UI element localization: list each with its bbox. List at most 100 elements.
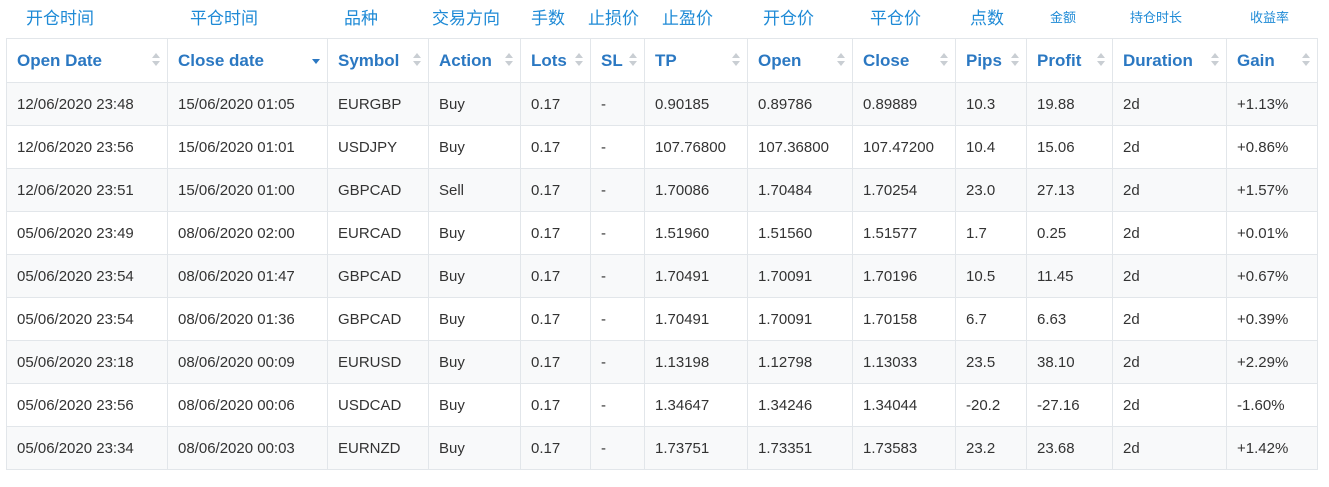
cell-close-date: 15/06/2020 01:00 <box>167 168 328 212</box>
cn-header-tp: 止盈价 <box>662 9 713 29</box>
cell-lots: 0.17 <box>520 211 591 255</box>
column-header-action[interactable]: Action <box>428 38 521 83</box>
cell-lots: 0.17 <box>520 254 591 298</box>
cn-header-open: 开仓价 <box>763 9 814 29</box>
cell-close-date: 08/06/2020 00:03 <box>167 426 328 470</box>
cell-open-date: 12/06/2020 23:48 <box>6 82 168 126</box>
cell-gain: +1.57% <box>1226 168 1318 212</box>
column-header-profit[interactable]: Profit <box>1026 38 1113 83</box>
cn-header-profit: 金额 <box>1050 11 1077 26</box>
sort-icon <box>837 53 845 67</box>
cell-tp: 1.70086 <box>644 168 748 212</box>
cell-gain: +0.01% <box>1226 211 1318 255</box>
cell-close: 1.73583 <box>852 426 956 470</box>
cell-close: 1.70196 <box>852 254 956 298</box>
cell-close-date: 08/06/2020 00:06 <box>167 383 328 427</box>
cell-lots: 0.17 <box>520 168 591 212</box>
cell-close-date: 08/06/2020 00:09 <box>167 340 328 384</box>
cell-profit: 27.13 <box>1026 168 1113 212</box>
cell-tp: 1.13198 <box>644 340 748 384</box>
cell-sl: - <box>590 297 645 341</box>
column-header-pips[interactable]: Pips <box>955 38 1027 83</box>
cell-close-date: 08/06/2020 01:47 <box>167 254 328 298</box>
cn-header-pips: 点数 <box>970 9 1004 29</box>
column-header-gain[interactable]: Gain <box>1226 38 1318 83</box>
cell-duration: 2d <box>1112 211 1227 255</box>
cn-header-close: 平仓价 <box>870 9 921 29</box>
column-header-label: Open Date <box>17 50 103 70</box>
cn-header-close-date: 平仓时间 <box>190 9 258 29</box>
cell-open: 1.73351 <box>747 426 853 470</box>
column-header-label: Close date <box>178 50 264 70</box>
column-header-label: Gain <box>1237 50 1275 70</box>
cell-tp: 1.70491 <box>644 297 748 341</box>
cell-sl: - <box>590 125 645 169</box>
cell-gain: +0.39% <box>1226 297 1318 341</box>
cell-open-date: 05/06/2020 23:49 <box>6 211 168 255</box>
cell-profit: 38.10 <box>1026 340 1113 384</box>
cell-action: Buy <box>428 340 521 384</box>
cell-close: 1.51577 <box>852 211 956 255</box>
cell-sl: - <box>590 383 645 427</box>
chinese-header-row: 开仓时间 平仓时间 品种 交易方向 手数 止损价 止盈价 开仓价 平仓价 点数 … <box>0 0 1329 40</box>
cell-sl: - <box>590 254 645 298</box>
cell-open-date: 05/06/2020 23:54 <box>6 254 168 298</box>
cell-gain: +0.86% <box>1226 125 1318 169</box>
column-header-label: Lots <box>531 50 567 70</box>
cell-gain: -1.60% <box>1226 383 1318 427</box>
cell-pips: 6.7 <box>955 297 1027 341</box>
cell-symbol: GBPCAD <box>327 168 429 212</box>
cell-tp: 1.73751 <box>644 426 748 470</box>
cn-header-duration: 持仓时长 <box>1130 11 1183 26</box>
table-row: 12/06/2020 23:51 15/06/2020 01:00 GBPCAD… <box>6 168 1318 212</box>
column-header-tp[interactable]: TP <box>644 38 748 83</box>
column-header-label: Duration <box>1123 50 1193 70</box>
column-header-sl[interactable]: SL <box>590 38 645 83</box>
cell-pips: 10.5 <box>955 254 1027 298</box>
cell-open: 1.12798 <box>747 340 853 384</box>
column-header-close[interactable]: Close <box>852 38 956 83</box>
cell-lots: 0.17 <box>520 82 591 126</box>
column-header-lots[interactable]: Lots <box>520 38 591 83</box>
cell-open-date: 12/06/2020 23:51 <box>6 168 168 212</box>
cell-open: 1.70091 <box>747 297 853 341</box>
cell-lots: 0.17 <box>520 426 591 470</box>
cell-pips: -20.2 <box>955 383 1027 427</box>
cell-pips: 23.0 <box>955 168 1027 212</box>
cell-symbol: EURUSD <box>327 340 429 384</box>
cell-lots: 0.17 <box>520 125 591 169</box>
sort-icon <box>1011 53 1019 67</box>
cell-symbol: USDJPY <box>327 125 429 169</box>
cell-action: Buy <box>428 297 521 341</box>
cell-close-date: 15/06/2020 01:05 <box>167 82 328 126</box>
cell-close-date: 08/06/2020 01:36 <box>167 297 328 341</box>
column-header-close-date[interactable]: Close date <box>167 38 328 83</box>
cell-open-date: 12/06/2020 23:56 <box>6 125 168 169</box>
cell-tp: 1.51960 <box>644 211 748 255</box>
cell-lots: 0.17 <box>520 340 591 384</box>
sort-icon <box>1211 53 1219 67</box>
sort-icon <box>152 53 160 67</box>
cell-tp: 1.34647 <box>644 383 748 427</box>
cell-close: 1.70158 <box>852 297 956 341</box>
cell-profit: 0.25 <box>1026 211 1113 255</box>
cell-open-date: 05/06/2020 23:18 <box>6 340 168 384</box>
column-header-label: Open <box>758 50 802 70</box>
sort-icon <box>940 53 948 67</box>
column-header-label: Profit <box>1037 50 1082 70</box>
cell-sl: - <box>590 426 645 470</box>
cell-symbol: GBPCAD <box>327 254 429 298</box>
column-header-open-date[interactable]: Open Date <box>6 38 168 83</box>
table-row: 05/06/2020 23:18 08/06/2020 00:09 EURUSD… <box>6 340 1318 384</box>
sort-icon <box>629 53 637 67</box>
table-header-row: Open Date Close date Symbol Action Lots … <box>6 38 1318 83</box>
cell-open: 1.51560 <box>747 211 853 255</box>
column-header-duration[interactable]: Duration <box>1112 38 1227 83</box>
cell-action: Buy <box>428 426 521 470</box>
cell-action: Buy <box>428 254 521 298</box>
column-header-open[interactable]: Open <box>747 38 853 83</box>
table-row: 05/06/2020 23:54 08/06/2020 01:36 GBPCAD… <box>6 297 1318 341</box>
cell-gain: +0.67% <box>1226 254 1318 298</box>
cell-duration: 2d <box>1112 125 1227 169</box>
column-header-symbol[interactable]: Symbol <box>327 38 429 83</box>
